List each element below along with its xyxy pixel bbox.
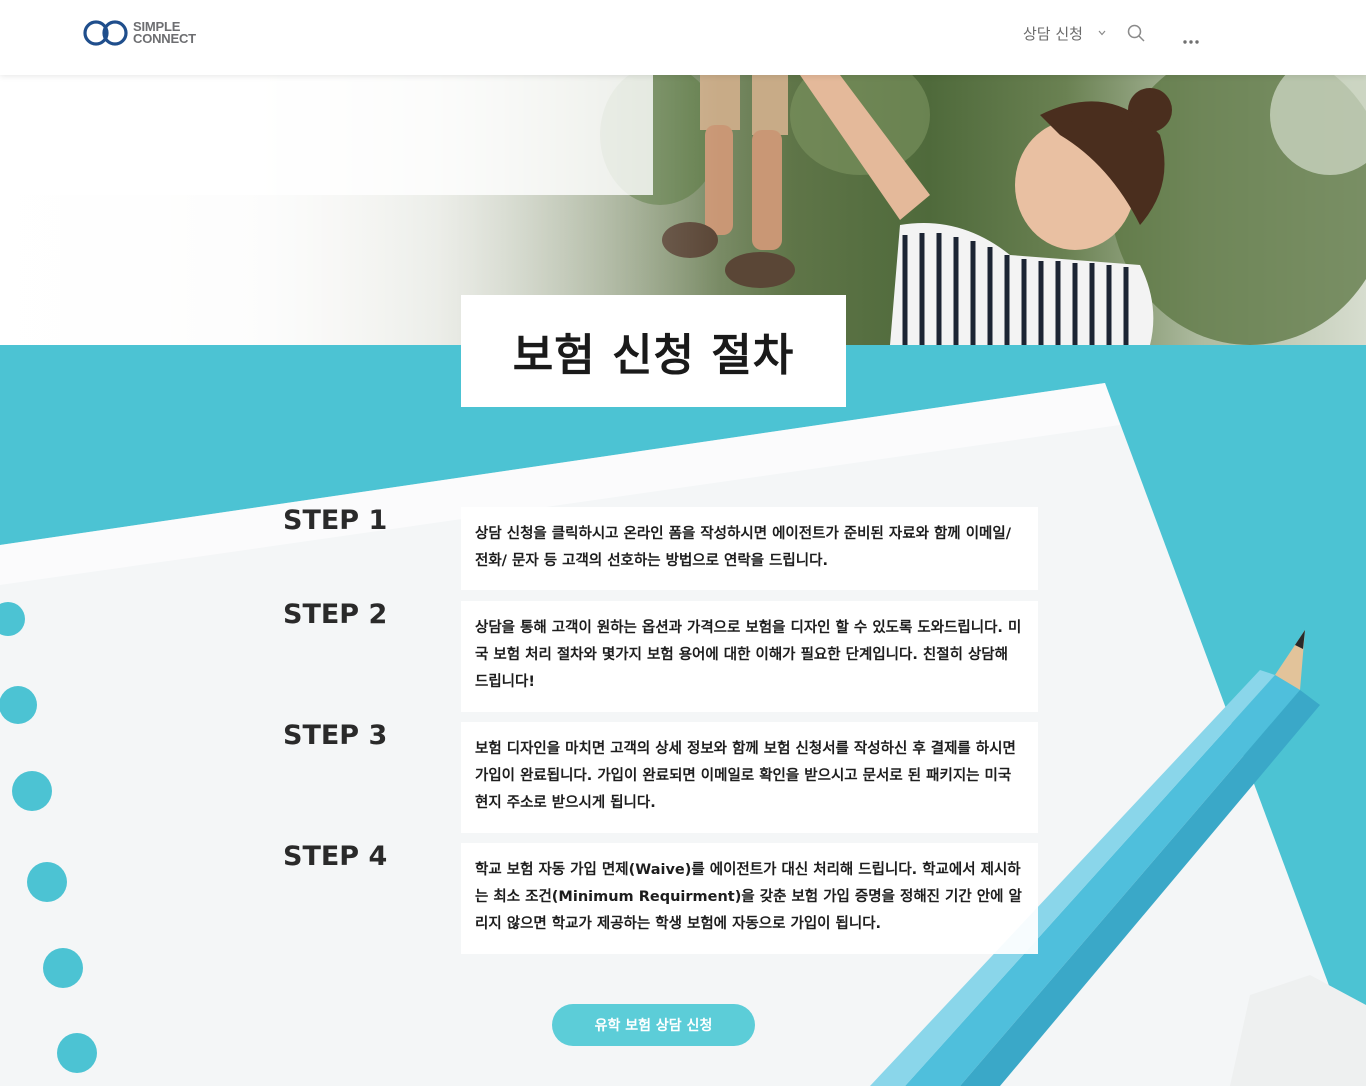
chevron-down-icon[interactable] [1097,28,1107,38]
step-3-description: 보험 디자인을 마치면 고객의 상세 정보와 함께 보험 신청서를 작성하신 후… [461,722,1038,833]
site-header: SIMPLE CONNECT 상담 신청 [0,0,1366,75]
hero-white-panel [0,75,653,195]
search-icon[interactable] [1127,24,1145,42]
logo-line-2: CONNECT [133,31,196,46]
logo[interactable]: SIMPLE CONNECT [82,17,212,49]
consult-request-button[interactable]: 유학 보험 상담 신청 [552,1004,755,1046]
step-3-label: STEP 3 [283,720,388,751]
step-1-label: STEP 1 [283,505,388,536]
notebook-paper-illustration [0,383,1366,1086]
step-1-description: 상담 신청을 클릭하시고 온라인 폼을 작성하시면 에이전트가 준비된 자료와 … [461,507,1038,590]
step-2-description: 상담을 통해 고객이 원하는 옵션과 가격으로 보험을 디자인 할 수 있도록 … [461,601,1038,712]
page-title: 보험 신청 절차 [512,330,795,381]
section-title-box: 보험 신청 절차 [461,295,846,407]
logo-rings-icon [83,20,128,46]
step-2-label: STEP 2 [283,599,388,630]
nav-consult-link[interactable]: 상담 신청 [1023,23,1083,44]
main-nav: 상담 신청 [1023,22,1199,44]
procedure-section [0,345,1366,1086]
logo-wordmark: SIMPLE CONNECT [133,20,196,46]
step-4-description: 학교 보험 자동 가입 면제(Waive)를 에이전트가 대신 처리해 드립니다… [461,843,1038,954]
step-4-label: STEP 4 [283,841,388,872]
more-icon[interactable] [1183,30,1199,44]
